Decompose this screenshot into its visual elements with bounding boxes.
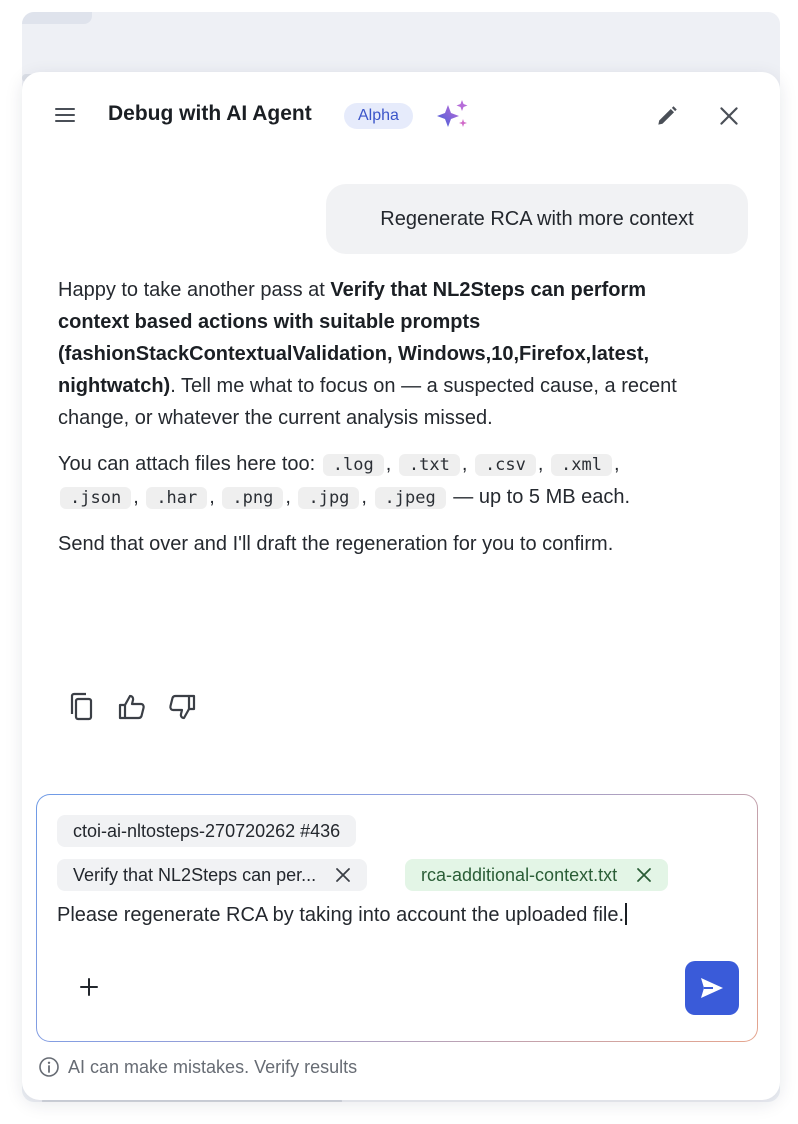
- disclaimer-text: AI can make mistakes. Verify results: [68, 1057, 358, 1077]
- message-input-value: Please regenerate RCA by taking into acc…: [57, 904, 625, 926]
- file-type-chip: .jpg: [298, 487, 360, 509]
- assistant-paragraph: Send that over and I'll draft the regene…: [58, 533, 614, 555]
- alpha-badge: Alpha: [344, 103, 413, 129]
- file-type-chip: .png: [222, 487, 284, 509]
- test-context-chip[interactable]: Verify that NL2Steps can per...: [57, 859, 368, 891]
- assistant-text: Happy to take another pass at: [58, 279, 331, 301]
- file-type-chip: .json: [60, 487, 132, 509]
- text-caret: [625, 903, 627, 925]
- panel-header: Debug with AI Agent Alpha: [22, 72, 780, 158]
- file-type-chip: .txt: [398, 454, 460, 476]
- remove-file-icon[interactable]: [636, 867, 652, 883]
- thumbs-down-icon[interactable]: [166, 690, 198, 724]
- test-chip-label: Verify that NL2Steps can per...: [73, 865, 317, 885]
- copy-icon[interactable]: [66, 690, 98, 724]
- file-type-chip: .jpeg: [374, 487, 446, 509]
- send-icon: [701, 978, 723, 998]
- background-tab: [22, 12, 92, 24]
- sparkle-icon: [437, 100, 468, 127]
- remove-icon[interactable]: [335, 867, 351, 883]
- assistant-paragraph: You can attach files here too: .log, .tx…: [58, 453, 631, 509]
- assistant-message: Happy to take another pass at Verify tha…: [58, 274, 698, 574]
- file-type-chip: .log: [322, 454, 384, 476]
- file-type-chip: .csv: [474, 454, 536, 476]
- ai-disclaimer: AI can make mistakes. Verify results: [38, 1056, 357, 1078]
- message-input[interactable]: Please regenerate RCA by taking into acc…: [57, 903, 627, 927]
- assistant-paragraph: Happy to take another pass at Verify tha…: [58, 274, 698, 434]
- context-chip[interactable]: ctoi-ai-nltosteps-270720262 #436: [57, 815, 357, 847]
- send-button[interactable]: [685, 961, 739, 1015]
- menu-icon[interactable]: [52, 103, 78, 127]
- add-attachment-icon[interactable]: [75, 973, 103, 1001]
- pencil-icon[interactable]: [654, 103, 680, 129]
- info-icon: [39, 1057, 59, 1077]
- assistant-text: — up to 5 MB each.: [447, 486, 631, 508]
- attached-file-chip[interactable]: rca-additional-context.txt: [405, 859, 669, 891]
- panel-title: Debug with AI Agent: [108, 102, 312, 125]
- assistant-text: You can attach files here too:: [58, 453, 321, 475]
- file-chip-label: rca-additional-context.txt: [421, 865, 618, 885]
- file-type-chip: .har: [146, 487, 208, 509]
- file-type-chip: .xml: [551, 454, 612, 476]
- user-message-bubble: Regenerate RCA with more context: [326, 184, 748, 254]
- message-composer: ctoi-ai-nltosteps-270720262 #436 Verify …: [36, 794, 758, 1042]
- ai-agent-panel: Debug with AI Agent Alpha Regenerate RCA…: [22, 72, 780, 1100]
- close-icon[interactable]: [716, 103, 742, 129]
- thumbs-up-icon[interactable]: [116, 690, 148, 724]
